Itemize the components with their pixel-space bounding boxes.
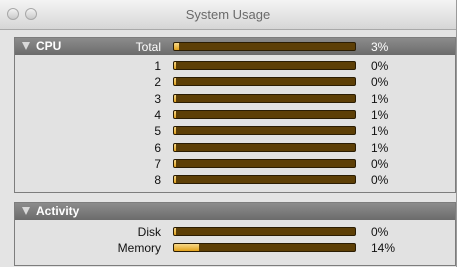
cpu-panel-title: CPU — [36, 39, 62, 53]
activity-panel-title: Activity — [36, 204, 80, 218]
cpu-core-usage-bar — [173, 175, 356, 185]
cpu-core-usage-bar-fill — [174, 127, 176, 135]
cpu-core-row-label: 1 — [154, 59, 161, 73]
cpu-core-percent: 0% — [371, 59, 389, 73]
activity-row-label: Memory — [117, 241, 161, 255]
cpu-core-usage-bar — [173, 93, 356, 103]
cpu-total-percent: 3% — [371, 40, 389, 54]
cpu-core-percent: 1% — [371, 140, 389, 155]
cpu-core-usage-bar-fill — [174, 78, 176, 86]
cpu-core-row-label: 2 — [154, 75, 161, 90]
cpu-core-percent: 1% — [371, 91, 389, 106]
system-usage-window: System Usage CPU Total 3% 1 0% 2 0% 3 1% 4 1% 5 1… — [0, 0, 457, 267]
activity-usage-bar — [173, 243, 356, 252]
cpu-core-percent: 0% — [371, 156, 389, 171]
activity-panel-header[interactable]: Activity — [15, 203, 455, 220]
activity-panel: Activity Disk 0% Memory 14% — [14, 202, 456, 266]
cpu-core-usage-bar-fill — [174, 110, 176, 118]
cpu-core-usage-bar — [173, 109, 356, 119]
activity-usage-bar — [173, 227, 356, 236]
cpu-core-row-label: 5 — [154, 124, 161, 139]
cpu-core-usage-bar-fill — [174, 94, 176, 102]
cpu-core-row-label: 6 — [154, 140, 161, 155]
cpu-core-usage-bar — [173, 126, 356, 136]
cpu-total-bar — [173, 42, 356, 51]
title-bar: System Usage — [0, 0, 456, 30]
disclosure-triangle-icon[interactable] — [22, 42, 30, 50]
cpu-core-row-label: 7 — [154, 156, 161, 171]
disclosure-triangle-icon[interactable] — [22, 207, 30, 215]
cpu-total-bar-fill — [174, 43, 179, 50]
cpu-core-usage-bar-fill — [174, 62, 176, 69]
cpu-panel: CPU Total 3% 1 0% 2 0% 3 1% 4 1% 5 1% 6 1% 7 0% 8 0% — [14, 37, 456, 193]
cpu-core-usage-bar-fill — [174, 176, 176, 184]
activity-usage-bar-fill — [174, 228, 176, 235]
cpu-core-percent: 1% — [371, 124, 389, 139]
cpu-core-percent: 0% — [371, 173, 389, 188]
activity-usage-bar-fill — [174, 244, 199, 251]
cpu-core-percent: 1% — [371, 107, 389, 122]
cpu-total-label: Total — [135, 40, 161, 54]
window-title: System Usage — [185, 7, 271, 22]
activity-percent: 14% — [371, 241, 396, 255]
activity-row-label: Disk — [137, 225, 161, 239]
cpu-core-usage-bar — [173, 158, 356, 168]
cpu-core-percent: 0% — [371, 75, 389, 90]
cpu-core-usage-bar-fill — [174, 159, 176, 167]
cpu-core-row-label: 8 — [154, 173, 161, 188]
cpu-core-usage-bar — [173, 77, 356, 87]
cpu-core-usage-bar — [173, 142, 356, 152]
cpu-core-usage-bar — [173, 61, 356, 70]
cpu-core-row-label: 3 — [154, 91, 161, 106]
cpu-panel-header[interactable]: CPU Total 3% — [15, 38, 455, 55]
activity-percent: 0% — [371, 225, 389, 239]
cpu-core-usage-bar-fill — [174, 143, 176, 151]
cpu-core-row-label: 4 — [154, 107, 161, 122]
